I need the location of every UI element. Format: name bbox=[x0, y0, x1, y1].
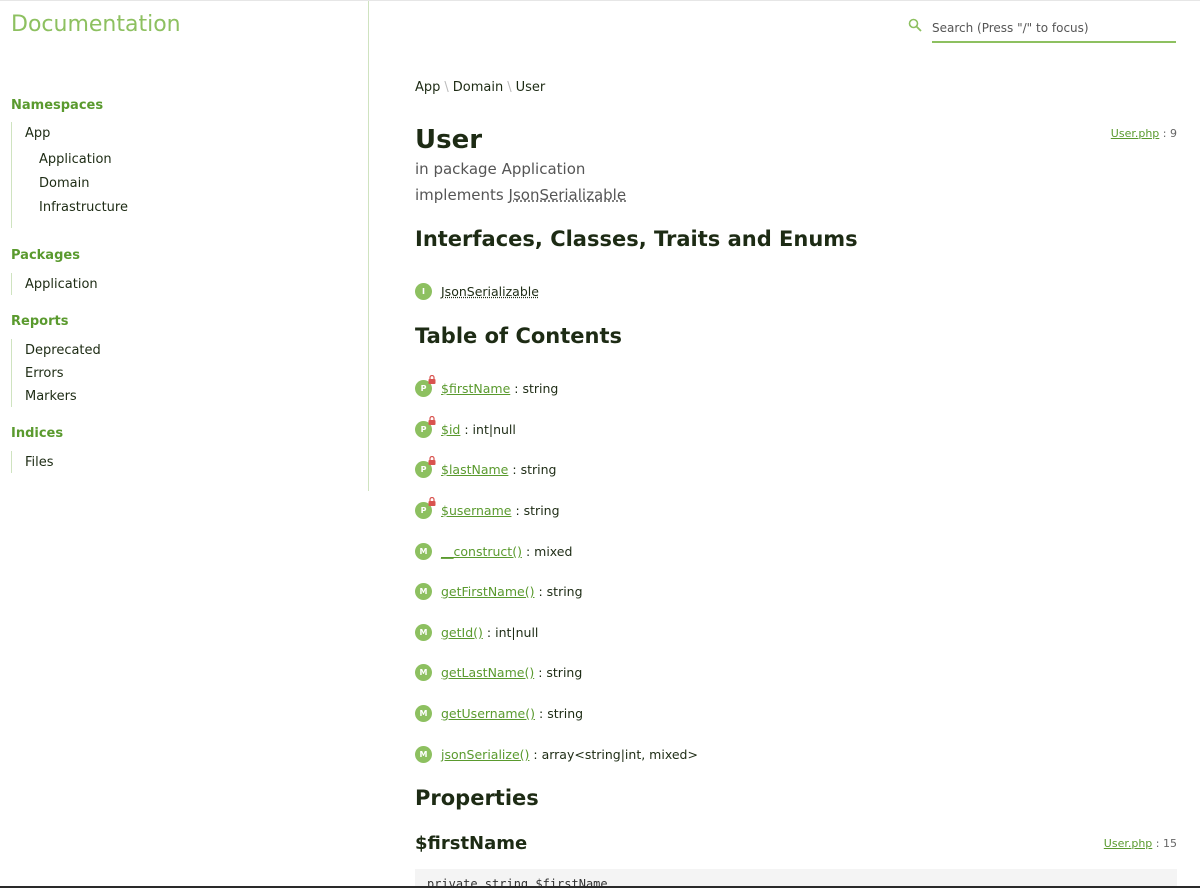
property-file-line: : 15 bbox=[1155, 837, 1177, 850]
toc-link-lastname[interactable]: $lastName bbox=[441, 462, 508, 477]
toc-item: M getId() : int|null bbox=[415, 622, 538, 642]
brand-title[interactable]: Documentation bbox=[11, 12, 181, 37]
indices-list: Files bbox=[11, 451, 54, 473]
toc-link-firstname[interactable]: $firstName bbox=[441, 381, 510, 396]
toc-link-construct[interactable]: __construct() bbox=[441, 544, 522, 559]
toc-item: P $firstName : string bbox=[415, 374, 559, 398]
implements-info: implements JsonSerializable bbox=[415, 186, 626, 204]
method-badge: M bbox=[415, 623, 432, 641]
interface-link[interactable]: JsonSerializable bbox=[441, 284, 539, 299]
toc-item: P $id : int|null bbox=[415, 415, 516, 439]
interface-badge: I bbox=[415, 282, 432, 300]
toc-type: : array<string|int, mixed> bbox=[533, 746, 698, 762]
property-badge: P bbox=[415, 374, 436, 397]
property-badge: P bbox=[415, 496, 436, 519]
toc-link-getlastname[interactable]: getLastName() bbox=[441, 665, 534, 680]
interfaces-heading: Interfaces, Classes, Traits and Enums bbox=[415, 227, 858, 251]
method-badge: M bbox=[415, 582, 432, 600]
namespaces-list: App Application Domain Infrastructure bbox=[11, 122, 128, 228]
file-line: : 9 bbox=[1162, 127, 1177, 140]
breadcrumb-item-app[interactable]: App bbox=[415, 80, 440, 95]
sidebar-item-markers[interactable]: Markers bbox=[25, 389, 77, 404]
toc-type: : int|null bbox=[486, 624, 539, 640]
toc-item: M getLastName() : string bbox=[415, 662, 582, 682]
property-badge: P bbox=[415, 415, 436, 438]
property-heading: $firstName bbox=[415, 833, 528, 854]
file-link[interactable]: User.php bbox=[1111, 127, 1160, 140]
package-name: Application bbox=[501, 160, 586, 178]
toc-item: M getFirstName() : string bbox=[415, 581, 583, 601]
reports-heading: Reports bbox=[11, 314, 69, 329]
toc-link-id[interactable]: $id bbox=[441, 422, 460, 437]
toc-type: : string bbox=[512, 461, 557, 477]
toc-link-getusername[interactable]: getUsername() bbox=[441, 706, 535, 721]
sidebar-item-application[interactable]: Application bbox=[39, 152, 112, 167]
package-info: in package Application bbox=[415, 160, 585, 178]
toc-type: : string bbox=[514, 380, 559, 396]
toc-item: M jsonSerialize() : array<string|int, mi… bbox=[415, 744, 698, 764]
property-badge: P bbox=[415, 455, 436, 478]
sidebar-item-package-application[interactable]: Application bbox=[25, 277, 98, 292]
interface-entry: I JsonSerializable bbox=[415, 281, 539, 301]
toc-item: P $lastName : string bbox=[415, 455, 557, 479]
method-badge: M bbox=[415, 542, 432, 560]
sidebar-item-deprecated[interactable]: Deprecated bbox=[25, 343, 101, 358]
sidebar-item-infrastructure[interactable]: Infrastructure bbox=[39, 200, 128, 215]
sidebar: Documentation Namespaces App Application… bbox=[0, 1, 369, 491]
property-file-reference: User.php : 15 bbox=[1104, 837, 1177, 850]
lock-icon bbox=[428, 455, 436, 465]
method-badge: M bbox=[415, 663, 432, 681]
toc-link-getid[interactable]: getId() bbox=[441, 625, 483, 640]
breadcrumb-item-domain[interactable]: Domain bbox=[453, 80, 503, 95]
properties-heading: Properties bbox=[415, 786, 539, 810]
implements-prefix: implements bbox=[415, 186, 504, 204]
toc-type: : mixed bbox=[525, 543, 573, 559]
file-reference: User.php : 9 bbox=[1111, 127, 1177, 140]
sidebar-item-app[interactable]: App bbox=[25, 126, 50, 141]
breadcrumb: App \ Domain \ User bbox=[415, 80, 545, 95]
toc-link-jsonserialize[interactable]: jsonSerialize() bbox=[441, 747, 529, 762]
sidebar-item-files[interactable]: Files bbox=[25, 455, 54, 470]
page-title: User bbox=[415, 125, 483, 155]
toc-link-username[interactable]: $username bbox=[441, 503, 511, 518]
toc-link-getfirstname[interactable]: getFirstName() bbox=[441, 584, 534, 599]
toc-type: : string bbox=[515, 502, 560, 518]
toc-type: : int|null bbox=[464, 421, 516, 437]
method-badge: M bbox=[415, 745, 432, 763]
sidebar-item-errors[interactable]: Errors bbox=[25, 366, 63, 381]
toc-item: M getUsername() : string bbox=[415, 703, 583, 723]
reports-list: Deprecated Errors Markers bbox=[11, 339, 101, 407]
toc-type: : string bbox=[538, 664, 583, 680]
breadcrumb-item-user[interactable]: User bbox=[516, 80, 546, 95]
packages-list: Application bbox=[11, 273, 98, 295]
packages-heading: Packages bbox=[11, 248, 80, 263]
toc-type: : string bbox=[539, 705, 584, 721]
property-file-link[interactable]: User.php bbox=[1104, 837, 1153, 850]
breadcrumb-separator: \ bbox=[507, 80, 512, 95]
namespaces-heading: Namespaces bbox=[11, 98, 104, 113]
toc-heading: Table of Contents bbox=[415, 324, 623, 348]
implements-link[interactable]: JsonSerializable bbox=[509, 186, 627, 204]
sidebar-item-domain[interactable]: Domain bbox=[39, 176, 89, 191]
main-content: App \ Domain \ User User User.php : 9 in pac… bbox=[415, 1, 1177, 888]
toc-item: P $username : string bbox=[415, 496, 560, 520]
lock-icon bbox=[428, 496, 436, 506]
lock-icon bbox=[428, 374, 436, 384]
lock-icon bbox=[428, 415, 436, 425]
method-badge: M bbox=[415, 704, 432, 722]
package-prefix: in package bbox=[415, 160, 497, 178]
toc-type: : string bbox=[538, 583, 583, 599]
breadcrumb-separator: \ bbox=[444, 80, 449, 95]
toc-item: M __construct() : mixed bbox=[415, 541, 572, 561]
indices-heading: Indices bbox=[11, 426, 64, 441]
